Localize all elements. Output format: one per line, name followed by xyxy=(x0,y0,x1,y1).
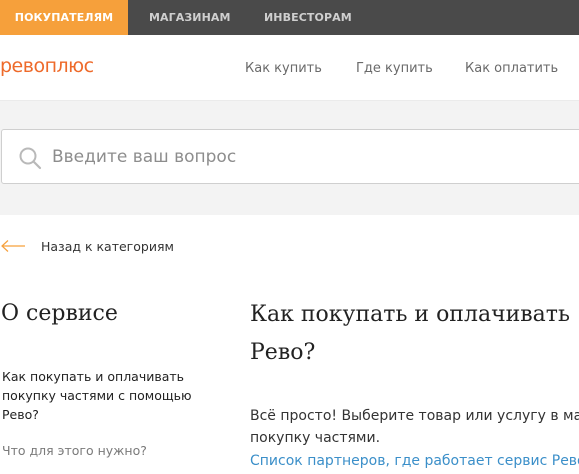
nav-where-to-buy[interactable]: Где купить xyxy=(356,61,433,76)
site-logo[interactable]: ревоплюс xyxy=(0,55,94,79)
audience-bar: ПОКУПАТЕЛЯМ МАГАЗИНАМ ИНВЕСТОРАМ xyxy=(0,0,579,35)
partners-list-link[interactable]: Список партнеров, где работает сервис Ре… xyxy=(250,453,579,469)
article-title-line-1: Как покупать и оплачивать xyxy=(250,302,570,327)
search-input[interactable] xyxy=(52,141,552,173)
back-arrow-icon[interactable] xyxy=(0,239,26,253)
nav-how-to-buy[interactable]: Как купить xyxy=(245,61,322,76)
sidebar-item-how-to-buy[interactable]: Как покупать и оплачивать покупку частям… xyxy=(2,367,212,424)
tab-buyers[interactable]: ПОКУПАТЕЛЯМ xyxy=(0,0,128,35)
tab-stores[interactable]: МАГАЗИНАМ xyxy=(149,0,231,35)
back-to-categories-link[interactable]: Назад к категориям xyxy=(41,239,174,254)
tab-investors[interactable]: ИНВЕСТОРАМ xyxy=(264,0,352,35)
article-text: Всё просто! Выберите товар или услугу в … xyxy=(250,408,579,446)
sidebar-title: О сервисе xyxy=(1,301,118,326)
article-title-line-2: Рево? xyxy=(250,340,316,365)
sidebar-item-requirements[interactable]: Что для этого нужно? xyxy=(2,443,147,458)
article-title: Как покупать и оплачивать Рево? xyxy=(250,296,579,372)
nav-how-to-pay[interactable]: Как оплатить xyxy=(465,61,558,76)
search-icon xyxy=(19,147,42,170)
